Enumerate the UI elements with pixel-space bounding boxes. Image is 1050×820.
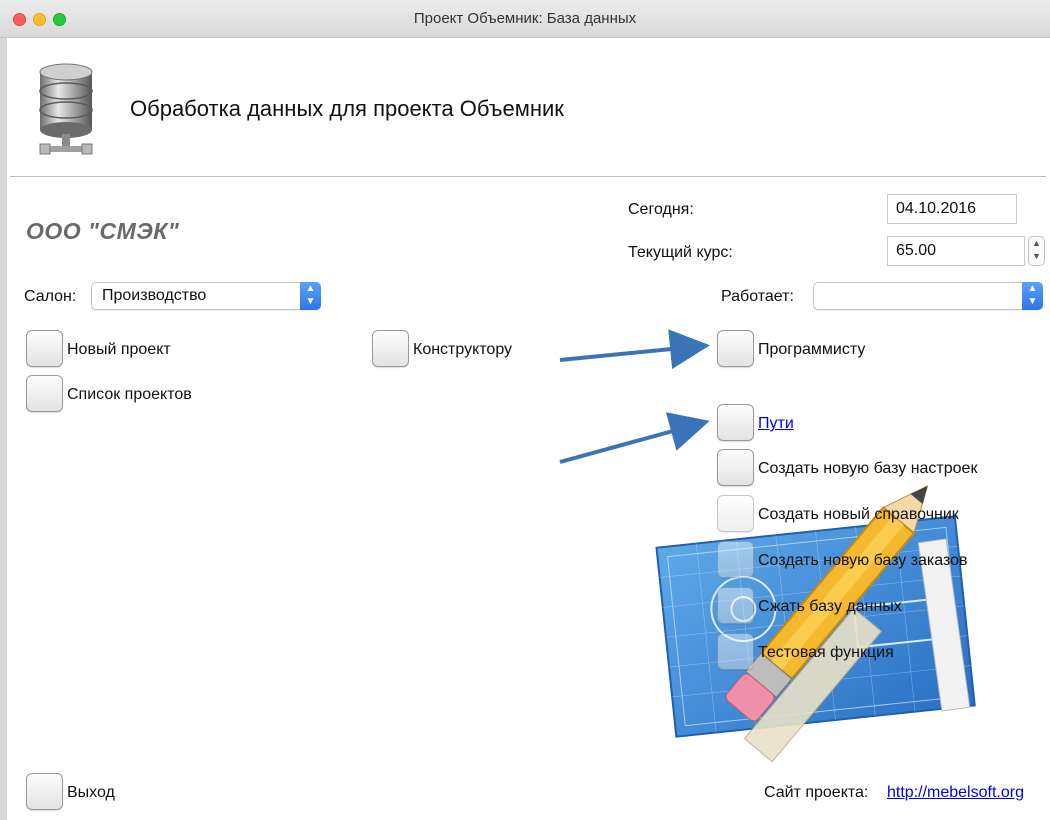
site-label: Сайт проекта: xyxy=(764,784,869,801)
project-list-button[interactable] xyxy=(26,375,63,412)
exit-button[interactable] xyxy=(26,773,63,810)
arrow-to-paths xyxy=(559,412,710,464)
today-date-field[interactable] xyxy=(887,194,1017,224)
compress-db-button[interactable] xyxy=(717,587,754,624)
test-function-button[interactable] xyxy=(717,633,754,670)
project-list-label: Список проектов xyxy=(67,386,192,403)
compress-db-label: Сжать базу данных xyxy=(758,598,902,615)
salon-select-value: Производство xyxy=(102,287,207,304)
chevron-updown-icon[interactable]: ▲ ▼ xyxy=(300,282,321,310)
create-orders-db-button[interactable] xyxy=(717,541,754,578)
works-select[interactable]: ▲ ▼ xyxy=(813,282,1043,310)
database-icon xyxy=(39,63,93,155)
new-project-label: Новый проект xyxy=(67,341,171,358)
programmer-label: Программисту xyxy=(758,341,866,358)
pointer-arrows xyxy=(559,329,710,464)
paths-button[interactable] xyxy=(717,404,754,441)
rate-label: Текущий курс: xyxy=(628,244,733,261)
company-name: ООО "СМЭК" xyxy=(26,218,180,244)
create-settings-db-button[interactable] xyxy=(717,449,754,486)
create-reference-button[interactable] xyxy=(717,495,754,532)
today-label: Сегодня: xyxy=(628,201,694,218)
arrow-to-programmer xyxy=(559,329,710,370)
create-orders-db-label: Создать новую базу заказов xyxy=(758,552,968,569)
works-label: Работает: xyxy=(721,288,794,305)
create-settings-db-label: Создать новую базу настроек xyxy=(758,460,978,477)
new-project-button[interactable] xyxy=(26,330,63,367)
window-left-frame xyxy=(0,38,7,820)
header-title: Обработка данных для проекта Объемник xyxy=(130,96,564,121)
exit-label: Выход xyxy=(67,784,115,801)
programmer-button[interactable] xyxy=(717,330,754,367)
window-title: Проект Объемник: База данных xyxy=(413,10,637,27)
test-function-label: Тестовая функция xyxy=(758,644,894,661)
designer-label: Конструктору xyxy=(413,341,513,358)
rate-field[interactable] xyxy=(887,236,1025,266)
chevron-updown-icon[interactable]: ▲ ▼ xyxy=(1022,282,1043,310)
stepper-up-icon[interactable]: ▲ xyxy=(1029,237,1044,250)
paths-link[interactable]: Пути xyxy=(758,415,794,433)
salon-label: Салон: xyxy=(24,288,77,305)
rate-stepper[interactable]: ▲ ▼ xyxy=(1028,236,1045,266)
designer-button[interactable] xyxy=(372,330,409,367)
create-reference-label: Создать новый справочник xyxy=(758,506,959,523)
site-link[interactable]: http://mebelsoft.org xyxy=(887,784,1024,802)
salon-select[interactable]: Производство ▲ ▼ xyxy=(91,282,321,310)
stepper-down-icon[interactable]: ▼ xyxy=(1029,250,1044,263)
header-divider xyxy=(10,176,1046,177)
